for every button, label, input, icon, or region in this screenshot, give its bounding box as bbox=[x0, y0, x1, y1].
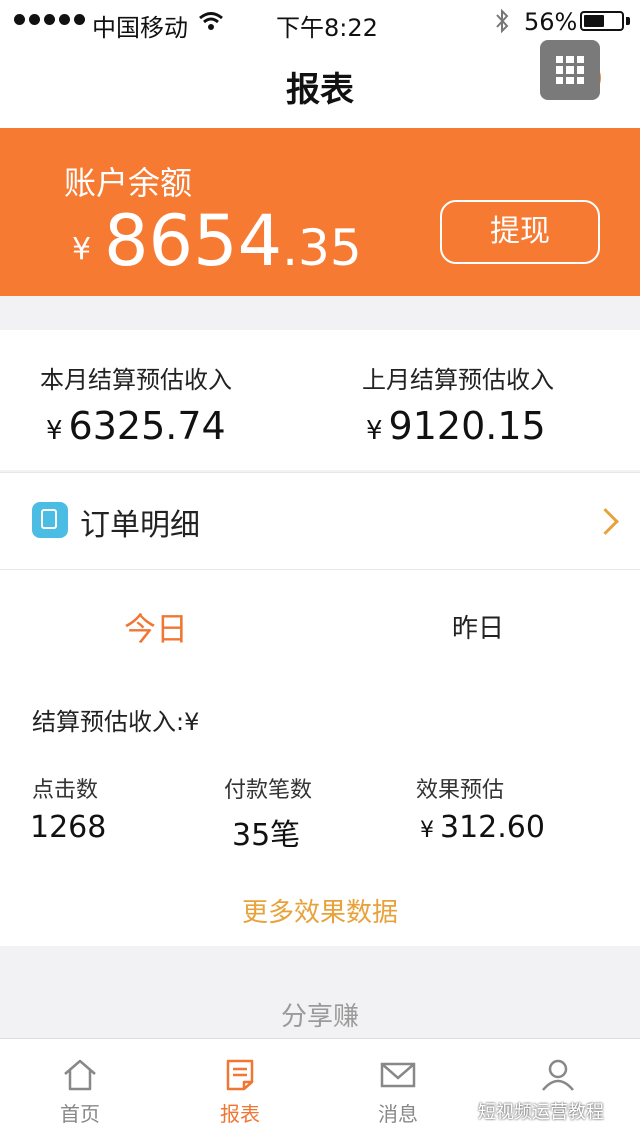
estimate-label: 效果预估 bbox=[416, 778, 505, 803]
last-month-income-label: 上月结算预估收入 bbox=[362, 366, 554, 394]
order-details-label: 订单明细 bbox=[80, 508, 200, 543]
balance-amount-dec: .35 bbox=[282, 219, 362, 277]
battery-icon bbox=[580, 11, 624, 31]
report-icon[interactable] bbox=[222, 1058, 258, 1092]
last-month-income-value: ¥9120.15 bbox=[366, 404, 546, 448]
clicks-label: 点击数 bbox=[32, 778, 99, 803]
income-card bbox=[0, 330, 640, 470]
estimate-amount: 312.60 bbox=[440, 810, 545, 845]
carrier-name: 中国移动 bbox=[92, 14, 188, 42]
settle-income-label: 结算预估收入:¥ bbox=[32, 708, 200, 736]
tab-home-label[interactable]: 首页 bbox=[40, 1098, 120, 1127]
watermark-text: 短视频运营教程 bbox=[478, 1102, 604, 1123]
tab-today[interactable]: 今日 bbox=[124, 604, 188, 650]
stats-panel bbox=[0, 570, 640, 946]
balance-amount: 8654.35 bbox=[104, 200, 362, 282]
payments-label: 付款笔数 bbox=[224, 778, 313, 803]
battery-percent: 56% bbox=[524, 8, 578, 36]
home-icon[interactable] bbox=[62, 1058, 98, 1092]
signal-strength-icon bbox=[14, 14, 85, 25]
this-month-amount: 6325.74 bbox=[68, 404, 226, 448]
balance-amount-int: 8654 bbox=[104, 200, 283, 282]
balance-currency: ¥ bbox=[72, 232, 92, 267]
estimate-value: ¥312.60 bbox=[420, 810, 545, 845]
grid-icon bbox=[556, 56, 584, 84]
mail-icon[interactable] bbox=[380, 1058, 416, 1092]
estimate-currency: ¥ bbox=[420, 818, 434, 843]
bluetooth-icon bbox=[496, 8, 509, 34]
this-month-income-value: ¥6325.74 bbox=[46, 404, 226, 448]
more-data-link[interactable]: 更多效果数据 bbox=[0, 892, 640, 929]
tab-report-label[interactable]: 报表 bbox=[200, 1098, 280, 1127]
share-earn-button[interactable]: 分享赚 bbox=[0, 996, 640, 1033]
this-month-currency: ¥ bbox=[46, 416, 63, 446]
battery-tip bbox=[626, 17, 630, 25]
balance-label: 账户余额 bbox=[64, 164, 193, 202]
tab-message-label[interactable]: 消息 bbox=[358, 1098, 438, 1127]
this-month-income-label: 本月结算预估收入 bbox=[40, 366, 232, 394]
withdraw-button[interactable]: 提现 bbox=[440, 200, 600, 264]
order-document-icon bbox=[32, 502, 68, 538]
clock: 下午8:22 bbox=[276, 14, 378, 42]
payments-value: 35笔 bbox=[232, 818, 301, 853]
wifi-icon bbox=[199, 12, 223, 30]
tab-yesterday[interactable]: 昨日 bbox=[452, 608, 504, 645]
clicks-value: 1268 bbox=[30, 810, 107, 845]
user-icon[interactable] bbox=[540, 1058, 576, 1092]
last-month-amount: 9120.15 bbox=[388, 404, 546, 448]
last-month-currency: ¥ bbox=[366, 416, 383, 446]
